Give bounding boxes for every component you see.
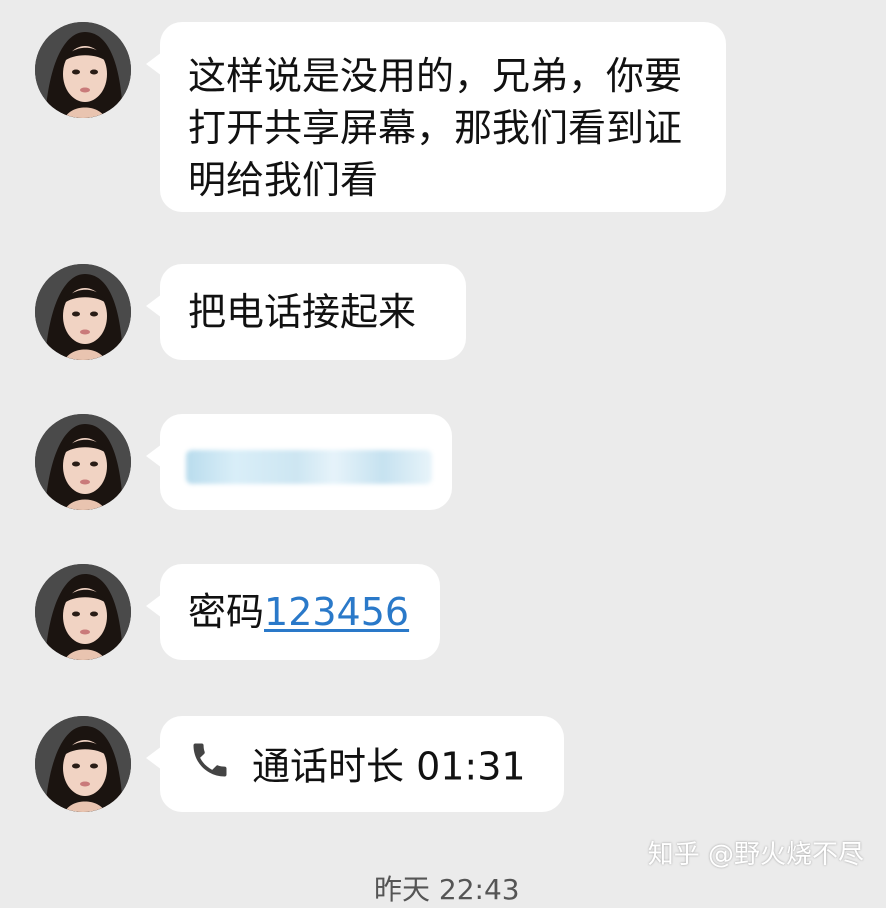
redacted-link[interactable] (186, 450, 432, 484)
message-text: 这样说是没用的，兄弟，你要打开共享屏幕，那我们看到证明给我们看 (188, 54, 683, 202)
avatar-portrait-icon (35, 716, 131, 812)
message-text-prefix: 密码 (188, 590, 265, 634)
avatar-portrait-icon (35, 414, 131, 510)
call-record-bubble[interactable]: 通话时长 01:31 (146, 716, 564, 812)
watermark: 知乎 @野火烧不尽 (647, 840, 864, 870)
avatar-portrait-icon (35, 22, 131, 118)
call-duration-text: 通话时长 01:31 (252, 744, 526, 789)
avatar-portrait-icon (35, 264, 131, 360)
sender-avatar[interactable] (35, 716, 131, 812)
message-text: 把电话接起来 (188, 290, 417, 334)
chat-history: 这样说是没用的，兄弟，你要打开共享屏幕，那我们看到证明给我们看 把电话接起来 密… (0, 0, 886, 906)
phone-icon (188, 738, 236, 795)
message-bubble[interactable]: 这样说是没用的，兄弟，你要打开共享屏幕，那我们看到证明给我们看 (146, 22, 726, 212)
avatar-portrait-icon (35, 564, 131, 660)
sender-avatar[interactable] (35, 22, 131, 118)
sender-avatar[interactable] (35, 264, 131, 360)
sender-avatar[interactable] (35, 414, 131, 510)
sender-avatar[interactable] (35, 564, 131, 660)
timestamp: 昨天 22:43 (374, 873, 520, 906)
message-bubble[interactable] (146, 414, 452, 510)
message-bubble[interactable]: 把电话接起来 (146, 264, 466, 360)
password-link[interactable]: 123456 (264, 590, 409, 634)
message-bubble[interactable]: 密码123456 (146, 564, 440, 660)
